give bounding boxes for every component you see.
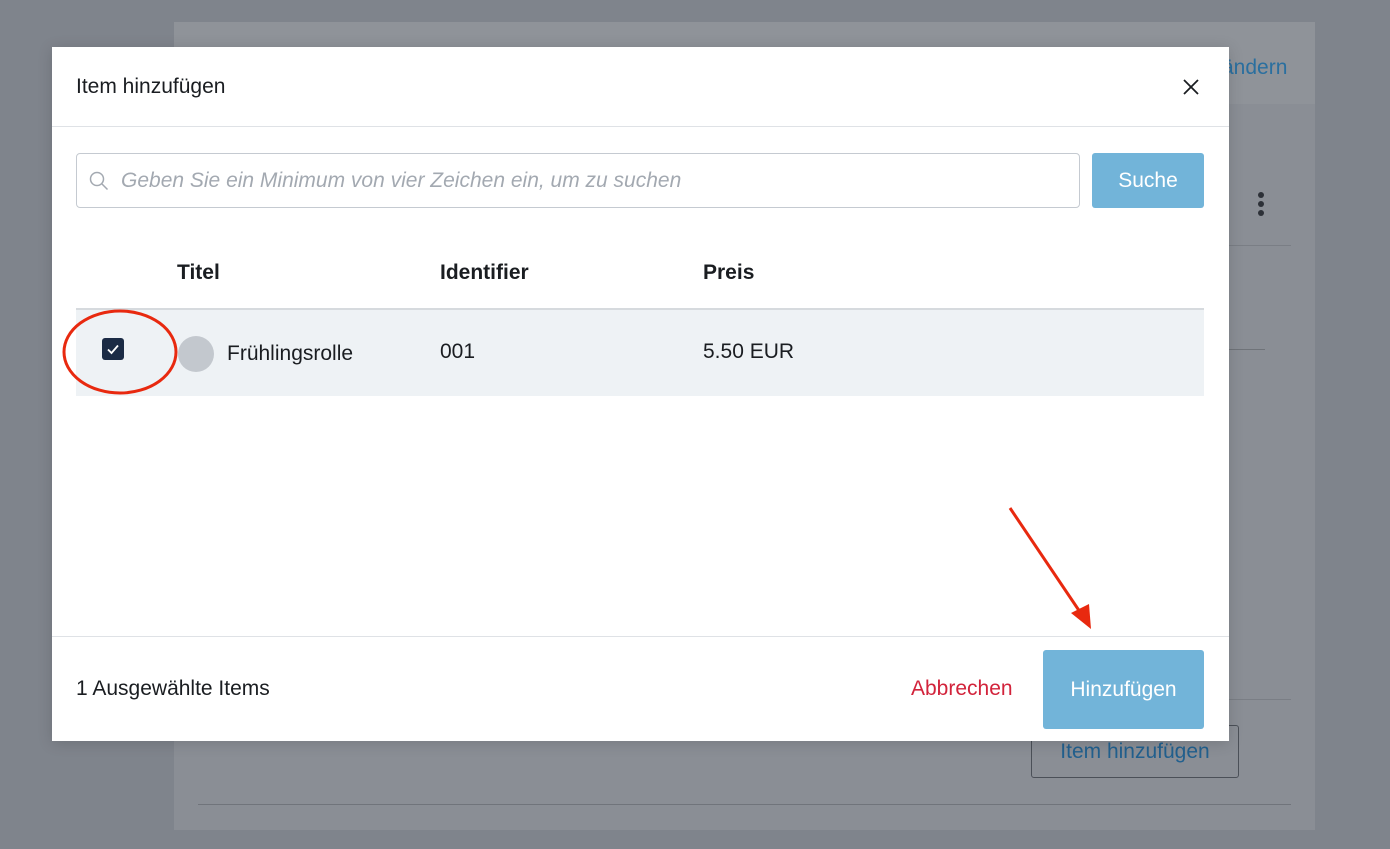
- add-button[interactable]: Hinzufügen: [1043, 650, 1204, 729]
- background-change-link[interactable]: ändern: [1222, 56, 1287, 80]
- checkmark-icon: [107, 344, 119, 355]
- row-price: 5.50 EUR: [703, 340, 795, 363]
- search-icon: [89, 171, 109, 191]
- modal-footer: 1 Ausgewählte Items Abbrechen Hinzufügen: [52, 636, 1229, 741]
- divider: [198, 804, 1291, 805]
- add-item-modal: Item hinzufügen Suche Titel Identifier P…: [52, 47, 1229, 741]
- column-header-title: Titel: [177, 261, 220, 284]
- item-image-placeholder: [178, 336, 214, 372]
- row-title: Frühlingsrolle: [227, 342, 354, 365]
- items-table: Titel Identifier Preis Frühlingsrolle 00…: [76, 247, 1204, 396]
- table-row[interactable]: Frühlingsrolle 001 5.50 EUR: [76, 310, 1204, 396]
- search-button[interactable]: Suche: [1092, 153, 1204, 208]
- search-field: [76, 153, 1080, 208]
- modal-title: Item hinzufügen: [76, 75, 226, 98]
- table-header: Titel Identifier Preis: [76, 247, 1204, 310]
- row-checkbox-checked[interactable]: [102, 338, 124, 360]
- row-identifier: 001: [440, 340, 476, 363]
- kebab-menu-icon[interactable]: [1255, 192, 1267, 220]
- modal-header: Item hinzufügen: [52, 47, 1229, 127]
- selected-count: 1 Ausgewählte Items: [76, 677, 270, 700]
- search-input[interactable]: [119, 167, 1079, 194]
- close-icon[interactable]: [1179, 75, 1203, 99]
- column-header-price: Preis: [703, 261, 755, 284]
- cancel-button[interactable]: Abbrechen: [911, 677, 1013, 701]
- column-header-identifier: Identifier: [440, 261, 529, 284]
